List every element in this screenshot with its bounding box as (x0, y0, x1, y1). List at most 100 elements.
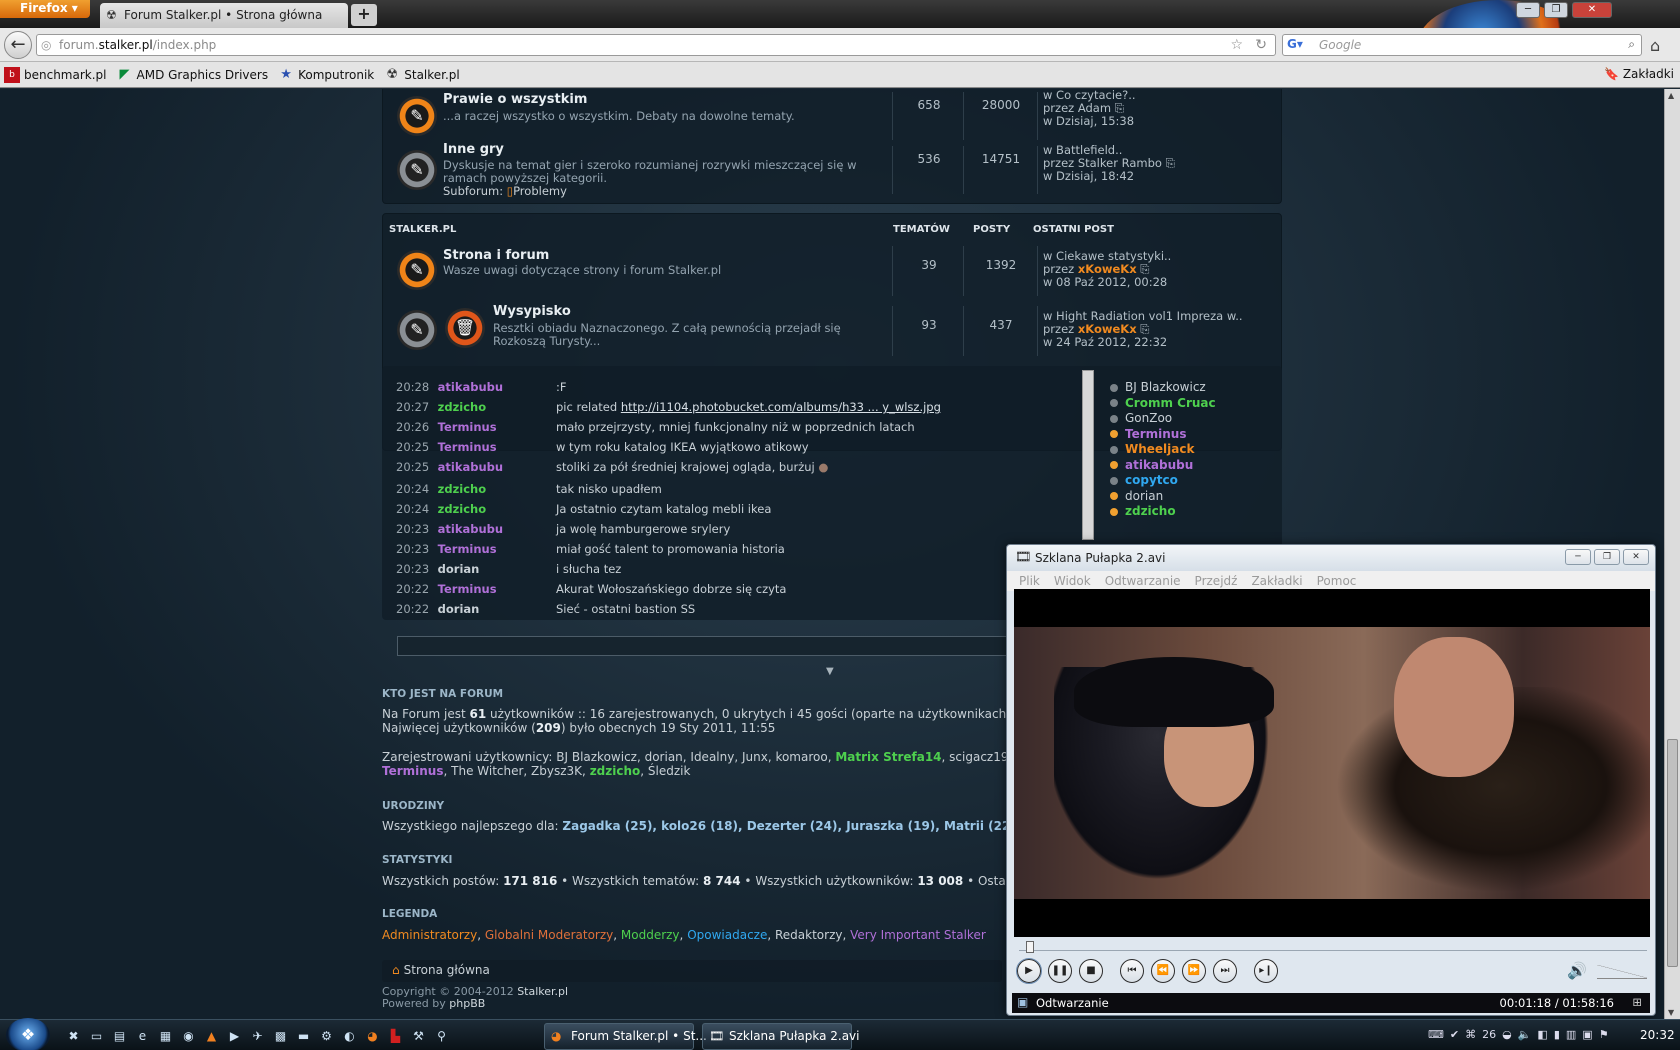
view-post-icon[interactable]: ⎘ (1115, 101, 1124, 115)
online-user[interactable]: BJ Blazkowicz (1110, 380, 1216, 396)
start-button[interactable]: ❖ (6, 1018, 50, 1050)
subforum-link[interactable]: Problemy (513, 184, 567, 198)
rewind-icon[interactable]: ⏪ (1151, 959, 1175, 983)
online-user[interactable]: zdzicho (1110, 504, 1216, 520)
next-icon[interactable]: ⏭ (1213, 959, 1237, 983)
play-button[interactable]: ▶ (1016, 958, 1042, 984)
page-scrollbar[interactable]: ▲ ▼ (1664, 89, 1680, 1019)
shout-user[interactable]: atikabubu (438, 460, 558, 474)
quicklaunch-icon[interactable]: ▙ (386, 1027, 405, 1045)
legend-item[interactable]: Administratorzy (382, 928, 477, 942)
video-area[interactable] (1014, 589, 1650, 937)
legend-item[interactable]: Globalni Moderatorzy (485, 928, 613, 942)
tray-icon[interactable]: ◧ (1537, 1028, 1547, 1041)
tray-icon[interactable]: ◒ (1502, 1028, 1512, 1041)
bookmark-amd[interactable]: ◤ AMD Graphics Drivers (117, 67, 269, 83)
network-icon[interactable]: ▥ (1566, 1028, 1576, 1041)
shout-user[interactable]: Terminus (438, 420, 558, 434)
player-titlebar[interactable]: 🎞 Szklana Pułapka 2.avi ─ ❐ ✕ (1007, 545, 1655, 571)
taskbar-button-player[interactable]: 🎞 Szklana Pułapka 2.avi (702, 1023, 859, 1050)
seek-knob[interactable] (1025, 941, 1034, 953)
shout-user[interactable]: zdzicho (438, 482, 558, 496)
reload-icon[interactable]: ↻ (1255, 37, 1267, 53)
quicklaunch-icon[interactable]: ▬ (294, 1027, 313, 1045)
online-user[interactable]: Terminus (1110, 427, 1216, 443)
quicklaunch-icon[interactable]: ▶ (225, 1027, 244, 1045)
back-button[interactable]: ← (4, 31, 32, 59)
scroll-down-icon[interactable]: ▼ (1668, 1008, 1674, 1017)
forum-title[interactable]: Inne gry (443, 142, 504, 157)
clock[interactable]: 20:32 (1640, 1028, 1675, 1042)
stop-button[interactable]: ■ (1079, 959, 1103, 983)
quicklaunch-icon[interactable]: ◐ (340, 1027, 359, 1045)
taskbar-button-firefox[interactable]: ◕ Forum Stalker.pl • St... (544, 1023, 707, 1050)
quicklaunch-icon[interactable]: ▦ (156, 1027, 175, 1045)
tray-icon[interactable]: ⚑ (1599, 1028, 1609, 1041)
category-name[interactable]: STALKER.PL (389, 224, 456, 235)
shout-user[interactable]: zdzicho (438, 502, 558, 516)
online-user[interactable]: dorian (1110, 489, 1216, 505)
view-post-icon[interactable]: ⎘ (1166, 156, 1175, 170)
bookmark-komputronik[interactable]: ★ Komputronik (278, 67, 374, 83)
user-link[interactable]: zdzicho (590, 764, 641, 778)
shout-user[interactable]: dorian (438, 602, 558, 616)
online-user[interactable]: atikabubu (1110, 458, 1216, 474)
shout-user[interactable]: Terminus (438, 440, 558, 454)
vlc-icon[interactable]: ▲ (202, 1027, 221, 1045)
browser-tab[interactable]: ☢ Forum Stalker.pl • Strona główna (100, 3, 348, 28)
quicklaunch-icon[interactable]: ▭ (87, 1027, 106, 1045)
frame-step-icon[interactable]: ▸❙ (1254, 959, 1278, 983)
tray-icon[interactable]: ⌘ (1465, 1028, 1476, 1041)
new-tab-button[interactable]: + (351, 4, 377, 26)
scrollbar-thumb[interactable] (1667, 739, 1678, 967)
url-bar[interactable]: ◎ forum.stalker.pl/index.php ☆ ↻ (36, 34, 1276, 56)
shout-user[interactable]: atikabubu (438, 522, 558, 536)
fast-forward-icon[interactable]: ⏩ (1182, 959, 1206, 983)
shout-user[interactable]: Terminus (438, 582, 558, 596)
view-post-icon[interactable]: ⎘ (1140, 322, 1149, 336)
online-user[interactable]: copytco (1110, 473, 1216, 489)
forum-title[interactable]: Strona i forum (443, 248, 549, 263)
stalker-link[interactable]: Stalker.pl (517, 985, 568, 998)
quicklaunch-icon[interactable]: ▩ (271, 1027, 290, 1045)
close-button[interactable]: ✕ (1623, 549, 1649, 565)
tray-icon[interactable]: ✔ (1450, 1028, 1459, 1041)
view-post-icon[interactable]: ⎘ (1140, 262, 1149, 276)
quicklaunch-icon[interactable]: ⚲ (432, 1027, 451, 1045)
bookmark-stalker[interactable]: ☢ Stalker.pl (384, 67, 459, 83)
last-post-author[interactable]: przez Stalker Rambo (1043, 156, 1162, 170)
last-post-author[interactable]: przez Adam (1043, 101, 1111, 115)
search-icon[interactable]: ⌕ (1628, 37, 1635, 52)
last-post-author[interactable]: xKoweKx (1078, 262, 1137, 276)
online-user[interactable]: Cromm Cruac (1110, 396, 1216, 412)
firefox-icon[interactable]: ◕ (363, 1027, 382, 1045)
search-input[interactable]: G▾ Google ⌕ (1282, 34, 1642, 56)
collapse-arrow-icon[interactable]: ▼ (826, 666, 834, 677)
quicklaunch-icon[interactable]: ◉ (179, 1027, 198, 1045)
birthday-users[interactable]: Zagadka (25), kolo26 (18), Dezerter (24)… (562, 819, 1020, 833)
volume-icon[interactable]: 🔈 (1518, 1028, 1532, 1041)
close-button[interactable]: ✕ (1572, 2, 1612, 18)
forum-title[interactable]: Prawie o wszystkim (443, 92, 587, 107)
tray-icon[interactable]: ▣ (1582, 1028, 1592, 1041)
bookmark-star-icon[interactable]: ☆ (1230, 37, 1243, 53)
volume-icon[interactable]: 🔊 (1567, 961, 1587, 980)
shout-user[interactable]: dorian (438, 562, 558, 576)
quicklaunch-icon[interactable]: ⚒ (409, 1027, 428, 1045)
legend-item[interactable]: Redaktorzy (775, 928, 842, 942)
phpbb-link[interactable]: phpBB (449, 997, 485, 1010)
pause-button[interactable]: ❚❚ (1048, 959, 1072, 983)
breadcrumb-home[interactable]: Strona główna (404, 963, 490, 977)
seek-bar[interactable] (1019, 941, 1647, 953)
scroll-up-icon[interactable]: ▲ (1668, 91, 1674, 100)
shout-link[interactable]: http://i1104.photobucket.com/albums/h33 … (621, 400, 941, 414)
home-icon[interactable]: ⌂ (1650, 36, 1660, 55)
shout-user[interactable]: Terminus (438, 542, 558, 556)
ie-icon[interactable]: e (133, 1027, 152, 1045)
volume-slider[interactable] (1597, 965, 1647, 979)
quicklaunch-icon[interactable]: ✈ (248, 1027, 267, 1045)
minimize-button[interactable]: ─ (1516, 2, 1540, 18)
legend-item[interactable]: Very Important Stalker (850, 928, 986, 942)
bookmarks-menu-button[interactable]: 🔖 Zakładki (1604, 67, 1674, 81)
user-link[interactable]: Terminus (382, 764, 444, 778)
